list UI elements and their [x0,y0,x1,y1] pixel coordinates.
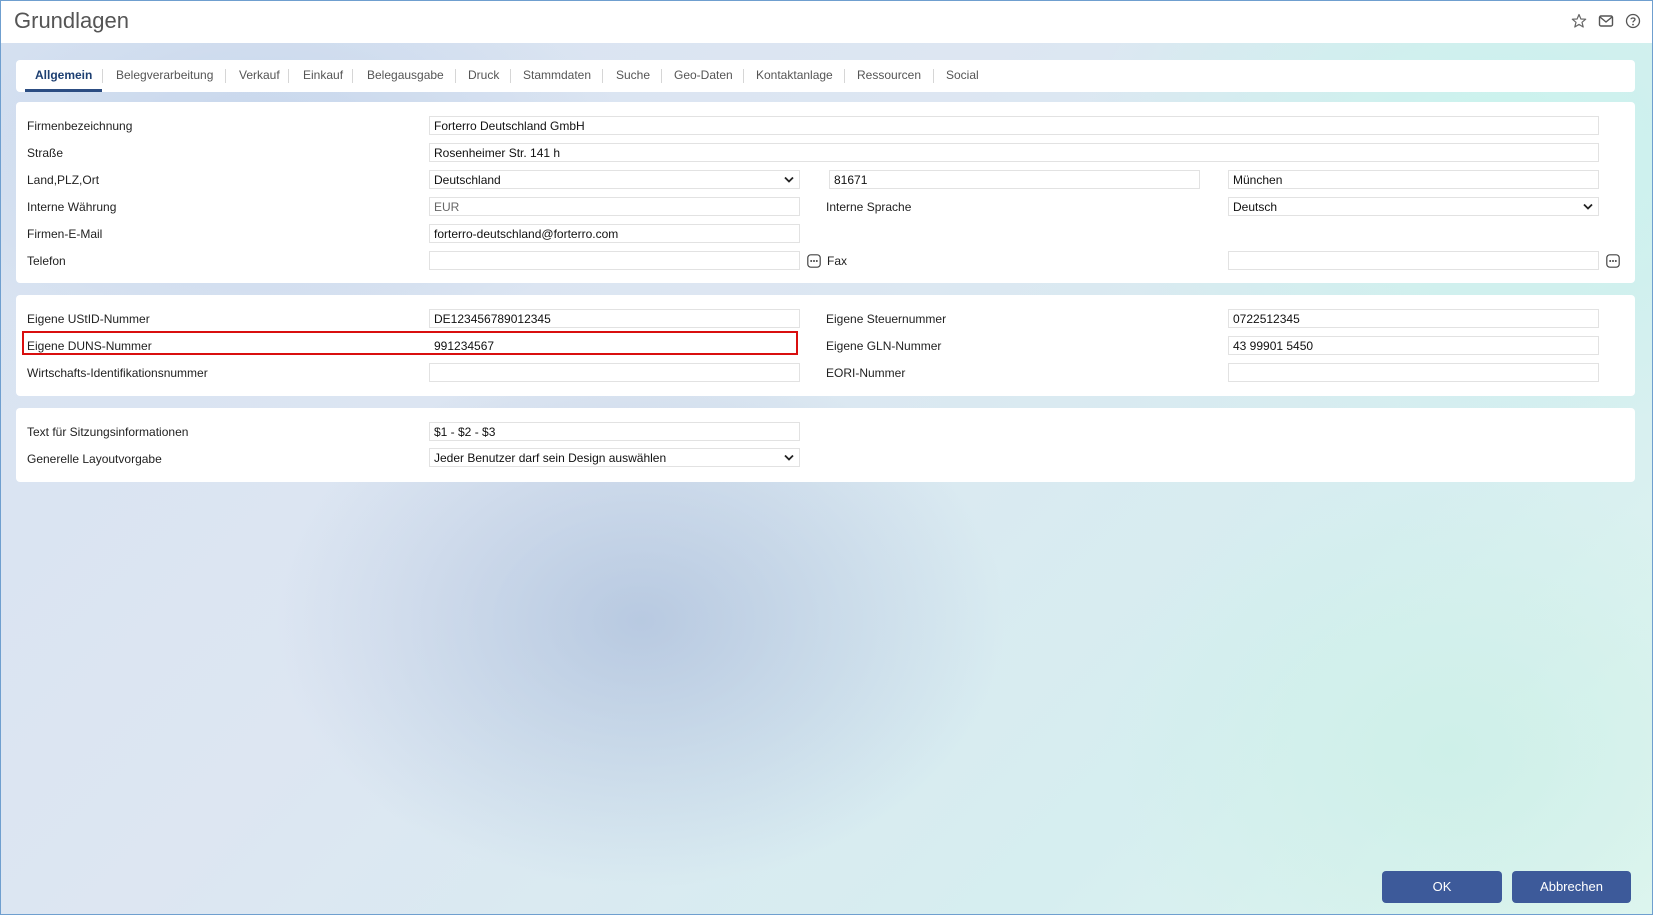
language-label: Interne Sprache [826,200,912,214]
eori-label: EORI-Nummer [826,366,906,380]
page-title: Grundlagen [14,8,129,33]
dialog-window: Grundlagen Allgemein Belegverarbeitung V… [0,0,1653,915]
more-options-icon[interactable] [1606,254,1620,268]
tab-social[interactable]: Social [946,60,979,92]
tab-separator [225,69,226,83]
title-actions [1570,12,1642,30]
phone-field[interactable] [429,251,800,270]
layout-value: Jeder Benutzer darf sein Design auswähle… [434,451,667,465]
tab-kontaktanlage[interactable]: Kontaktanlage [756,60,833,92]
tab-separator [743,69,744,83]
chevron-down-icon [784,454,794,461]
help-icon[interactable] [1624,12,1642,30]
chevron-down-icon [1583,203,1593,210]
tab-geo-daten[interactable]: Geo-Daten [674,60,733,92]
mail-icon[interactable] [1597,12,1615,30]
phone-label: Telefon [27,254,66,268]
tab-ressourcen[interactable]: Ressourcen [857,60,921,92]
country-select[interactable]: Deutschland [429,170,800,189]
tab-belegverarbeitung[interactable]: Belegverarbeitung [116,60,213,92]
currency-field: EUR [429,197,800,216]
company-name-field[interactable]: Forterro Deutschland GmbH [429,116,1599,135]
session-panel: Text für Sitzungsinformationen $1 - $2 -… [16,408,1635,482]
zip-field[interactable]: 81671 [829,170,1200,189]
tab-separator [102,69,103,83]
tab-bar: Allgemein Belegverarbeitung Verkauf Eink… [16,60,1635,92]
fax-field[interactable] [1228,251,1599,270]
tab-separator [844,69,845,83]
tax-number-field[interactable]: 0722512345 [1228,309,1599,328]
location-label: Land,PLZ,Ort [27,173,100,187]
gln-field[interactable]: 43 99901 5450 [1228,336,1599,355]
wid-label: Wirtschafts-Identifikationsnummer [27,366,208,380]
tab-stammdaten[interactable]: Stammdaten [523,60,591,92]
tab-separator [352,69,353,83]
ids-panel: Eigene UStID-Nummer DE123456789012345 Ei… [16,295,1635,396]
fax-label: Fax [827,254,848,268]
eori-field[interactable] [1228,363,1599,382]
cancel-button[interactable]: Abbrechen [1512,871,1631,903]
layout-label: Generelle Layoutvorgabe [27,452,162,466]
language-value: Deutsch [1233,200,1278,214]
tab-allgemein[interactable]: Allgemein [24,60,103,92]
tax-number-label: Eigene Steuernummer [826,312,947,326]
more-options-icon[interactable] [807,254,821,268]
country-value: Deutschland [434,173,501,187]
company-panel: Firmenbezeichnung Forterro Deutschland G… [16,102,1635,283]
chevron-down-icon [784,176,794,183]
tab-separator [510,69,511,83]
email-label: Firmen-E-Mail [27,227,103,241]
company-name-label: Firmenbezeichnung [27,119,133,133]
tab-separator [602,69,603,83]
duns-highlight-box [22,331,798,355]
ustid-label: Eigene UStID-Nummer [27,312,150,326]
tab-separator [661,69,662,83]
wid-field[interactable] [429,363,800,382]
tab-separator [288,69,289,83]
city-field[interactable]: München [1228,170,1599,189]
tab-suche[interactable]: Suche [616,60,650,92]
ustid-field[interactable]: DE123456789012345 [429,309,800,328]
street-field[interactable]: Rosenheimer Str. 141 h [429,143,1599,162]
tab-belegausgabe[interactable]: Belegausgabe [367,60,444,92]
tab-verkauf[interactable]: Verkauf [239,60,280,92]
street-label: Straße [27,146,64,160]
layout-select[interactable]: Jeder Benutzer darf sein Design auswähle… [429,448,800,467]
gln-label: Eigene GLN-Nummer [826,339,942,353]
session-text-field[interactable]: $1 - $2 - $3 [429,422,800,441]
tab-druck[interactable]: Druck [468,60,499,92]
star-icon[interactable] [1570,12,1588,30]
tab-separator [933,69,934,83]
currency-label: Interne Währung [27,200,117,214]
email-field[interactable]: forterro-deutschland@forterro.com [429,224,800,243]
title-bar: Grundlagen [1,1,1652,43]
ok-button[interactable]: OK [1382,871,1502,903]
language-select[interactable]: Deutsch [1228,197,1599,216]
tab-separator [455,69,456,83]
tab-einkauf[interactable]: Einkauf [303,60,343,92]
session-text-label: Text für Sitzungsinformationen [27,425,189,439]
